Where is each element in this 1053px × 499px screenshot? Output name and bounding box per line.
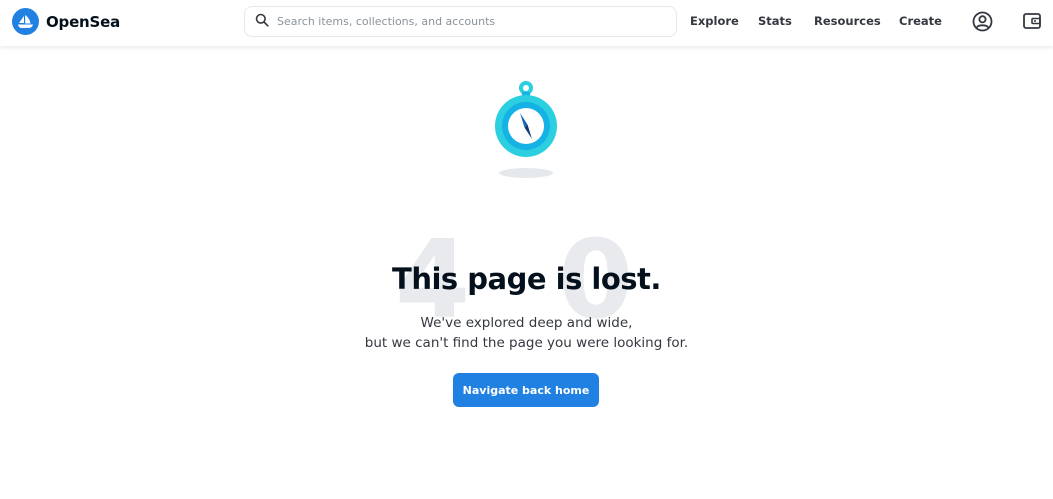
page-subtitle: We've explored deep and wide, but we can… — [0, 313, 1053, 353]
navigate-home-button[interactable]: Navigate back home — [453, 373, 599, 407]
nav-resources[interactable]: Resources — [814, 14, 881, 28]
search-input[interactable] — [277, 15, 657, 28]
top-navbar: OpenSea Explore Stats Resources Create — [0, 0, 1053, 46]
search-bar[interactable] — [244, 6, 677, 37]
subtitle-line-2: but we can't find the page you were look… — [364, 335, 689, 351]
nav-create[interactable]: Create — [899, 14, 942, 28]
opensea-boat-icon — [12, 8, 39, 35]
brand-name: OpenSea — [46, 12, 121, 31]
compass-illustration — [493, 79, 559, 181]
wallet-icon[interactable] — [1022, 11, 1042, 35]
subtitle-line-1: We've explored deep and wide, — [420, 315, 633, 331]
opensea-logo[interactable]: OpenSea — [12, 8, 120, 35]
nav-stats[interactable]: Stats — [758, 14, 792, 28]
nav-explore[interactable]: Explore — [690, 14, 739, 28]
page-title: This page is lost. — [392, 262, 661, 296]
account-circle-icon[interactable] — [972, 11, 993, 36]
search-icon — [255, 12, 269, 31]
compass-icon — [495, 81, 557, 178]
